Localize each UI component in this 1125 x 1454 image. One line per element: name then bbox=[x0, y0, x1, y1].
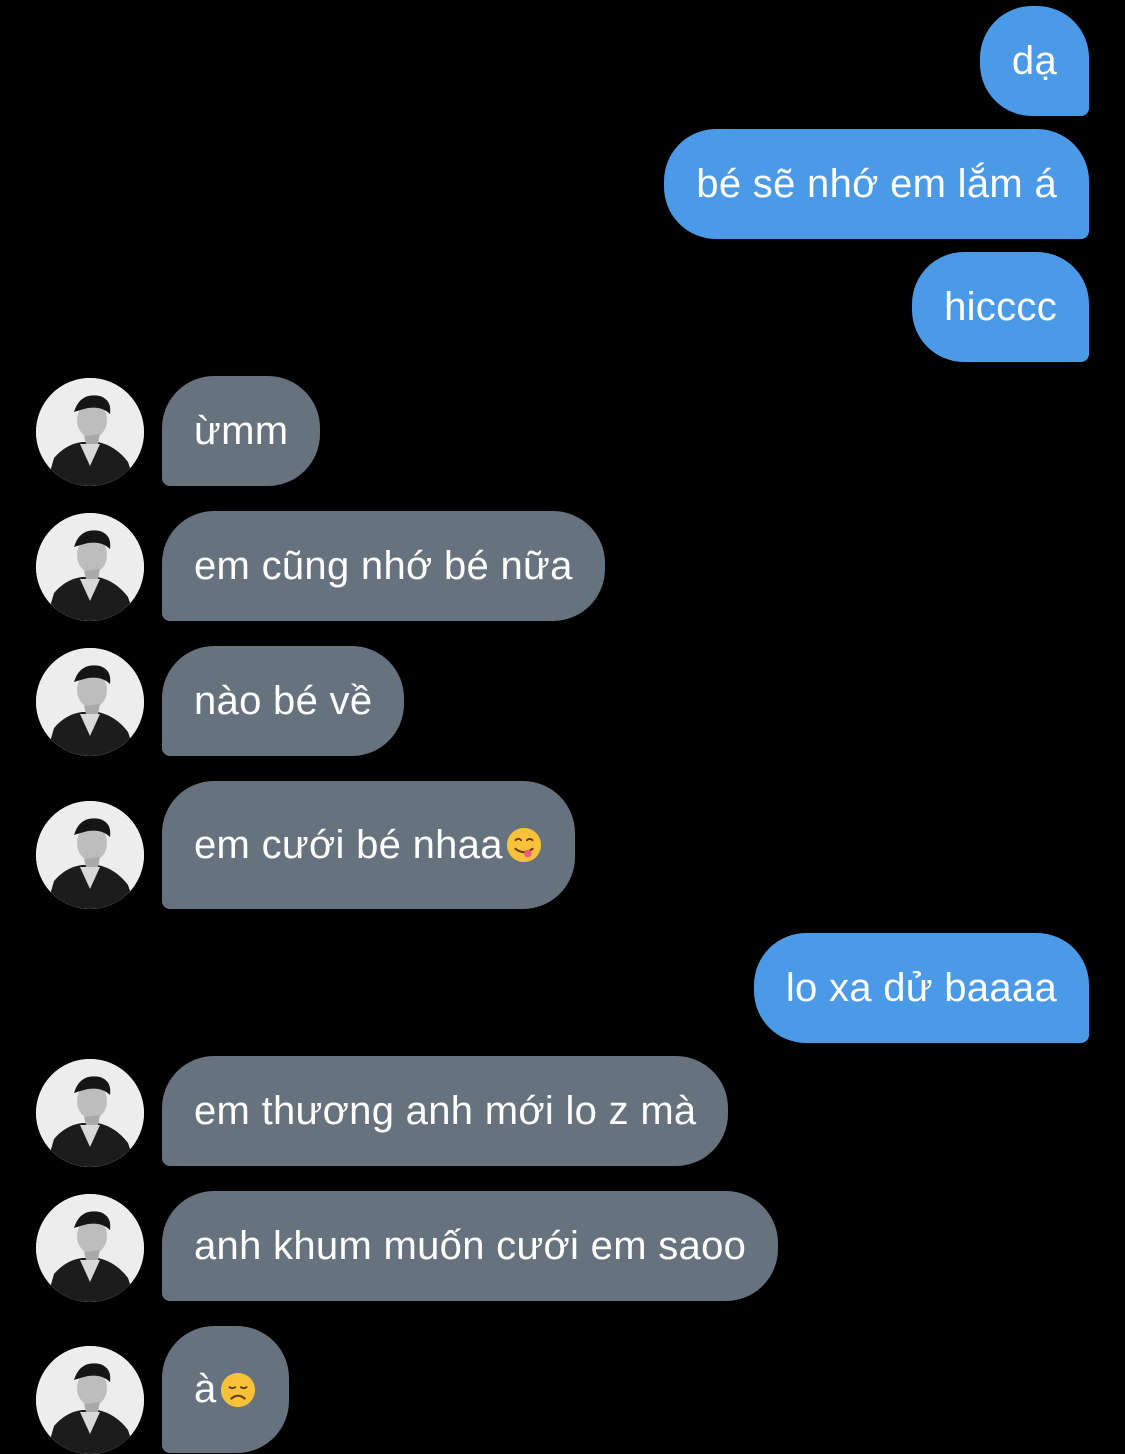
incoming-message[interactable]: ừmm bbox=[162, 376, 321, 486]
message-text: bé sẽ nhớ em lắm á bbox=[696, 161, 1057, 206]
profile-photo-icon bbox=[36, 1346, 144, 1454]
profile-photo-icon bbox=[36, 801, 144, 909]
message-text: à bbox=[194, 1367, 217, 1411]
avatar[interactable] bbox=[36, 801, 144, 909]
profile-photo-icon bbox=[36, 513, 144, 621]
message-thread: dạ bé sẽ nhớ em lắm á hicccc ừmm em cũng… bbox=[0, 0, 1125, 1454]
outgoing-message[interactable]: bé sẽ nhớ em lắm á bbox=[664, 129, 1089, 239]
message-text: anh khum muốn cưới em saoo bbox=[194, 1223, 747, 1268]
outgoing-message[interactable]: dạ bbox=[979, 6, 1089, 116]
profile-photo-icon bbox=[36, 1059, 144, 1167]
message-text: em thương anh mới lo z mà bbox=[194, 1088, 697, 1133]
incoming-message[interactable]: anh khum muốn cưới em saoo bbox=[162, 1191, 779, 1301]
outgoing-message[interactable]: lo xa dử baaaa bbox=[753, 933, 1089, 1043]
disappointed-face-emoji-icon bbox=[219, 1371, 257, 1409]
profile-photo-icon bbox=[36, 648, 144, 756]
incoming-message[interactable]: em thương anh mới lo z mà bbox=[162, 1056, 729, 1166]
avatar[interactable] bbox=[36, 648, 144, 756]
avatar[interactable] bbox=[36, 1346, 144, 1454]
incoming-message[interactable]: em cưới bé nhaa bbox=[162, 781, 575, 909]
profile-photo-icon bbox=[36, 378, 144, 486]
message-text: ừmm bbox=[194, 408, 289, 453]
message-text: em cũng nhớ bé nữa bbox=[194, 543, 573, 588]
profile-photo-icon bbox=[36, 1194, 144, 1302]
yum-face-emoji-icon bbox=[505, 826, 543, 864]
incoming-message[interactable]: nào bé về bbox=[162, 646, 405, 756]
message-text: lo xa dử baaaa bbox=[785, 965, 1057, 1010]
message-text: dạ bbox=[1011, 38, 1057, 83]
message-text: hicccc bbox=[944, 284, 1057, 329]
incoming-message[interactable]: à bbox=[162, 1326, 289, 1453]
avatar[interactable] bbox=[36, 1059, 144, 1167]
message-text: em cưới bé nhaa bbox=[194, 822, 503, 867]
incoming-message[interactable]: em cũng nhớ bé nữa bbox=[162, 511, 605, 621]
outgoing-message[interactable]: hicccc bbox=[912, 252, 1089, 362]
avatar[interactable] bbox=[36, 378, 144, 486]
message-text: nào bé về bbox=[194, 678, 373, 723]
avatar[interactable] bbox=[36, 513, 144, 621]
avatar[interactable] bbox=[36, 1194, 144, 1302]
